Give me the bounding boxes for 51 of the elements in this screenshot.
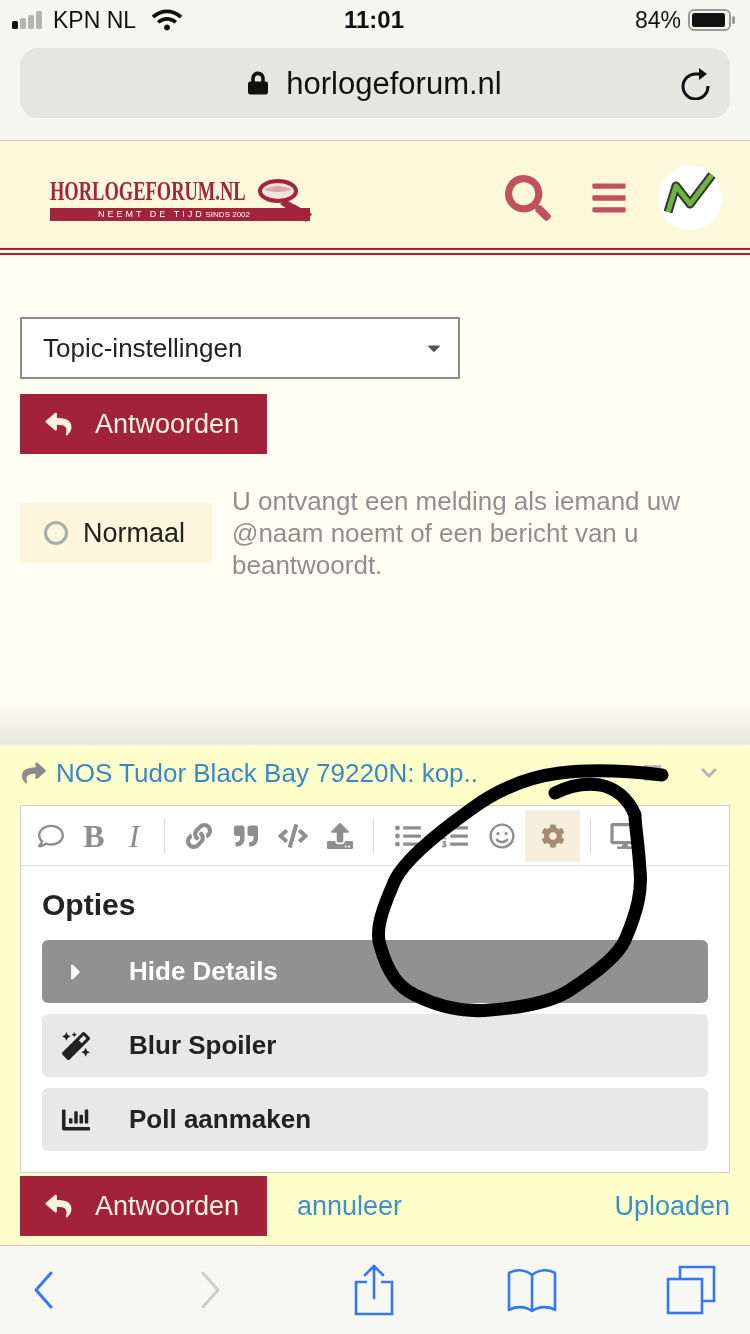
clock-time: 11:01 bbox=[343, 8, 405, 32]
magic-wand-icon bbox=[62, 1031, 90, 1060]
logo-tagline: NEEMT DE TIJD bbox=[98, 210, 205, 219]
lock-icon bbox=[248, 71, 269, 95]
option-item[interactable]: Blur Spoiler bbox=[42, 1014, 708, 1077]
upload-link[interactable]: Uploaden bbox=[614, 1185, 730, 1227]
share-icon bbox=[354, 1264, 394, 1316]
menu-icon[interactable] bbox=[641, 763, 664, 783]
battery-percentage: 84% bbox=[634, 8, 681, 32]
bullet-list-icon bbox=[393, 822, 422, 849]
upload-icon bbox=[326, 822, 353, 849]
wifi-icon bbox=[151, 8, 184, 32]
cancel-link[interactable]: annuleer bbox=[297, 1185, 403, 1227]
tabs-icon bbox=[666, 1265, 716, 1315]
notification-description: U ontvangt een melding als iemand uw @naam noemt of een bericht van u beantwoordt. bbox=[232, 485, 682, 581]
search-icon bbox=[505, 174, 551, 221]
options-heading: Opties bbox=[42, 887, 137, 923]
notification-option[interactable]: Normaal bbox=[20, 503, 212, 563]
carrier-name: KPN NL bbox=[53, 8, 137, 32]
logo-title: HORLOGEFORUM.NL bbox=[50, 174, 247, 208]
reply-icon bbox=[44, 1193, 73, 1219]
signal-bars-icon bbox=[12, 11, 42, 29]
forward-arrow-icon bbox=[20, 761, 48, 785]
search-button[interactable] bbox=[505, 174, 551, 221]
settings-icon bbox=[540, 823, 565, 848]
back-button[interactable] bbox=[33, 1271, 53, 1309]
link-icon bbox=[185, 822, 212, 849]
reply-icon bbox=[44, 411, 73, 437]
address-bar[interactable]: horlogeforum.nl bbox=[20, 48, 730, 118]
open-book-icon bbox=[507, 1267, 557, 1313]
smiley-icon bbox=[488, 822, 515, 849]
radio-button[interactable] bbox=[44, 521, 68, 545]
option-item[interactable]: Poll aanmaken bbox=[42, 1088, 708, 1151]
avatar-check-icon[interactable] bbox=[658, 165, 722, 230]
reply-button[interactable]: Antwoorden bbox=[20, 1176, 267, 1236]
share-button[interactable] bbox=[354, 1264, 394, 1316]
tabs-button[interactable] bbox=[666, 1265, 716, 1315]
reload-icon bbox=[680, 66, 712, 100]
bookmarks-button[interactable] bbox=[507, 1267, 557, 1313]
url-text: horlogeforum.nl bbox=[286, 67, 502, 99]
battery-icon bbox=[688, 9, 736, 31]
quote-icon bbox=[232, 823, 259, 848]
speech-bubble-icon bbox=[36, 822, 65, 849]
logo-since: SINDS 2002 bbox=[205, 210, 250, 219]
code-icon bbox=[277, 823, 308, 848]
chevron-right-icon bbox=[201, 1271, 221, 1309]
thread-title-link[interactable]: NOS Tudor Black Bay 79220N: kop.. bbox=[56, 760, 478, 786]
reload-button[interactable] bbox=[680, 66, 712, 100]
reply-button[interactable]: Antwoorden bbox=[20, 394, 267, 454]
topic-settings-select[interactable]: Topic-instellingen bbox=[20, 317, 460, 379]
chevron-left-icon bbox=[33, 1271, 53, 1309]
